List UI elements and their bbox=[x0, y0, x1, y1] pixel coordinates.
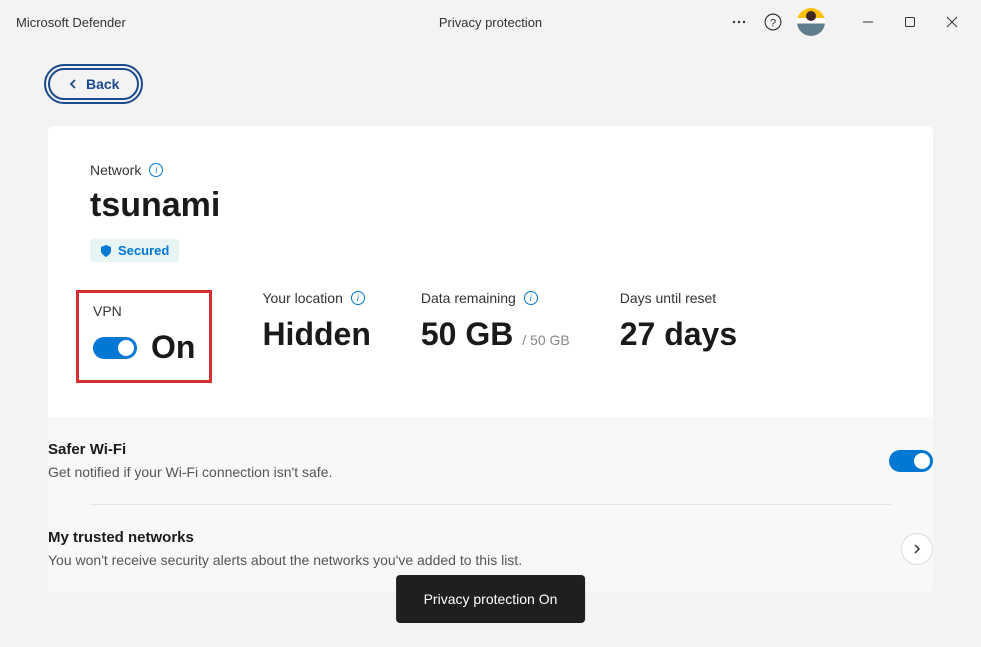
location-value: Hidden bbox=[262, 316, 370, 353]
secured-badge: Secured bbox=[90, 239, 179, 262]
shield-icon bbox=[100, 245, 112, 257]
maximize-button[interactable] bbox=[889, 6, 931, 38]
avatar[interactable] bbox=[797, 8, 825, 36]
svg-text:?: ? bbox=[770, 18, 776, 30]
reset-label: Days until reset bbox=[620, 290, 737, 306]
page-title: Privacy protection bbox=[439, 15, 542, 30]
reset-stat: Days until reset 27 days bbox=[620, 290, 737, 383]
chevron-right-icon bbox=[912, 544, 922, 554]
safer-wifi-desc: Get notified if your Wi-Fi connection is… bbox=[48, 464, 332, 480]
trusted-chevron-button[interactable] bbox=[901, 533, 933, 565]
help-icon[interactable]: ? bbox=[763, 12, 783, 32]
vpn-label: VPN bbox=[93, 303, 195, 319]
data-label: Data remaining bbox=[421, 290, 516, 306]
network-section-label: Network i bbox=[90, 162, 891, 178]
location-stat: Your location i Hidden bbox=[262, 290, 370, 383]
chevron-left-icon bbox=[68, 79, 78, 89]
main-card: Network i tsunami Secured VPN On Your lo… bbox=[48, 126, 933, 592]
stats-row: VPN On Your location i Hidden Data remai… bbox=[90, 290, 891, 417]
safer-wifi-title: Safer Wi-Fi bbox=[48, 441, 332, 458]
safer-wifi-toggle[interactable] bbox=[889, 450, 933, 472]
location-label: Your location bbox=[262, 290, 342, 306]
more-icon[interactable] bbox=[729, 12, 749, 32]
data-value: 50 GB / 50 GB bbox=[421, 316, 570, 353]
trusted-desc: You won't receive security alerts about … bbox=[48, 552, 522, 568]
back-label: Back bbox=[86, 76, 119, 92]
back-button[interactable]: Back bbox=[48, 68, 139, 100]
titlebar: Microsoft Defender Privacy protection ? bbox=[0, 0, 981, 44]
data-stat: Data remaining i 50 GB / 50 GB bbox=[421, 290, 570, 383]
safer-wifi-row: Safer Wi-Fi Get notified if your Wi-Fi c… bbox=[6, 417, 975, 504]
toast: Privacy protection On bbox=[396, 575, 586, 623]
app-name: Microsoft Defender bbox=[16, 15, 126, 30]
minimize-button[interactable] bbox=[847, 6, 889, 38]
reset-value: 27 days bbox=[620, 316, 737, 353]
network-name: tsunami bbox=[90, 186, 891, 225]
vpn-stat: VPN On bbox=[76, 290, 212, 383]
info-icon[interactable]: i bbox=[351, 291, 365, 305]
trusted-title: My trusted networks bbox=[48, 529, 522, 546]
vpn-state: On bbox=[151, 329, 195, 366]
vpn-toggle[interactable] bbox=[93, 337, 137, 359]
info-icon[interactable]: i bbox=[149, 163, 163, 177]
close-button[interactable] bbox=[931, 6, 973, 38]
info-icon[interactable]: i bbox=[524, 291, 538, 305]
